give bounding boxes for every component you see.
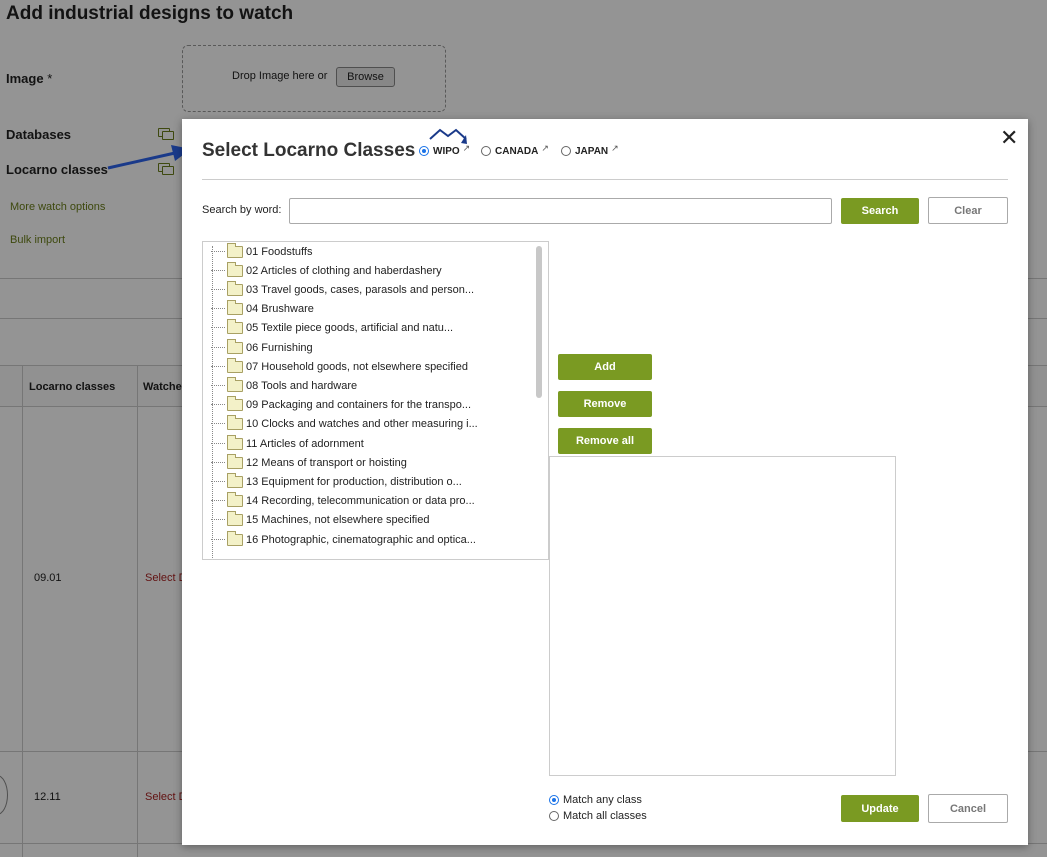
folder-icon (227, 280, 243, 296)
tree-item[interactable]: 05 Textile piece goods, artificial and n… (211, 318, 453, 337)
search-button[interactable]: Search (841, 198, 919, 224)
japan-radio[interactable] (561, 146, 571, 156)
external-link-icon[interactable]: ↗ (611, 143, 619, 154)
tree-scrollbar[interactable] (536, 246, 542, 552)
match-any-label: Match any class (563, 794, 642, 806)
folder-icon (227, 434, 243, 450)
tree-item[interactable]: 16 Photographic, cinematographic and opt… (211, 530, 476, 549)
source-option-canada[interactable]: CANADA ↗ (481, 143, 549, 158)
folder-icon (227, 395, 243, 411)
scroll-thumb[interactable] (536, 246, 542, 398)
tree-item[interactable]: 13 Equipment for production, distributio… (211, 472, 462, 491)
tree-item[interactable]: 10 Clocks and watches and other measurin… (211, 414, 478, 433)
match-all-label: Match all classes (563, 810, 647, 822)
tree-item-label[interactable]: 03 Travel goods, cases, parasols and per… (246, 284, 474, 296)
folder-icon (227, 414, 243, 430)
folder-icon (227, 338, 243, 354)
tree-item-label[interactable]: 02 Articles of clothing and haberdashery (246, 265, 442, 277)
dialog-title: Select Locarno Classes (202, 140, 416, 161)
search-input[interactable] (289, 198, 832, 224)
folder-icon (227, 376, 243, 392)
canada-radio[interactable] (481, 146, 491, 156)
tree-item-label[interactable]: 11 Articles of adornment (246, 438, 364, 450)
source-label: WIPO (433, 145, 460, 157)
remove-all-button[interactable]: Remove all (558, 428, 652, 454)
folder-icon (227, 357, 243, 373)
update-button[interactable]: Update (841, 795, 919, 822)
tree-item[interactable]: 02 Articles of clothing and haberdashery (211, 261, 442, 280)
tree-item[interactable]: 12 Means of transport or hoisting (211, 453, 407, 472)
tree-item[interactable]: 01 Foodstuffs (211, 242, 312, 261)
tree-item-label[interactable]: 05 Textile piece goods, artificial and n… (246, 322, 453, 334)
tree-item[interactable]: 11 Articles of adornment (211, 434, 364, 453)
folder-icon (227, 242, 243, 258)
tree-item-label[interactable]: 09 Packaging and containers for the tran… (246, 399, 471, 411)
tree-item-label[interactable]: 13 Equipment for production, distributio… (246, 476, 462, 488)
tree-item[interactable]: 03 Travel goods, cases, parasols and per… (211, 280, 474, 299)
match-any-radio[interactable] (549, 795, 559, 805)
tree-item[interactable]: 09 Packaging and containers for the tran… (211, 395, 471, 414)
match-any-option[interactable]: Match any class (549, 793, 642, 807)
source-option-japan[interactable]: JAPAN ↗ (561, 143, 619, 158)
tree-item-label[interactable]: 15 Machines, not elsewhere specified (246, 514, 429, 526)
tree-item[interactable]: 14 Recording, telecommunication or data … (211, 491, 475, 510)
cancel-button[interactable]: Cancel (928, 794, 1008, 823)
clear-button[interactable]: Clear (928, 197, 1008, 224)
source-label: JAPAN (575, 145, 609, 157)
match-all-radio[interactable] (549, 811, 559, 821)
tree-item-label[interactable]: 01 Foodstuffs (246, 246, 312, 258)
close-icon[interactable]: ✕ (1000, 125, 1018, 151)
folder-icon (227, 472, 243, 488)
header-divider (202, 179, 1008, 180)
select-locarno-classes-dialog: Select Locarno Classes ✕ WIPO ↗ CANADA ↗… (182, 119, 1028, 845)
folder-icon (227, 318, 243, 334)
tree-item-label[interactable]: 10 Clocks and watches and other measurin… (246, 418, 478, 430)
tree-item[interactable]: 06 Furnishing (211, 338, 313, 357)
folder-icon (227, 510, 243, 526)
tree-item[interactable]: 15 Machines, not elsewhere specified (211, 510, 429, 529)
tree-item-label[interactable]: 06 Furnishing (246, 342, 313, 354)
wipo-radio[interactable] (419, 146, 429, 156)
tree-item-label[interactable]: 04 Brushware (246, 303, 314, 315)
source-label: CANADA (495, 145, 539, 157)
tree-item[interactable]: 07 Household goods, not elsewhere specif… (211, 357, 468, 376)
tree-item-label[interactable]: 16 Photographic, cinematographic and opt… (246, 534, 476, 546)
tree-item-label[interactable]: 08 Tools and hardware (246, 380, 357, 392)
class-tree[interactable]: 01 Foodstuffs 02 Articles of clothing an… (202, 241, 549, 560)
tree-item[interactable]: 08 Tools and hardware (211, 376, 357, 395)
folder-icon (227, 491, 243, 507)
tree-item[interactable]: 04 Brushware (211, 299, 314, 318)
remove-button[interactable]: Remove (558, 391, 652, 417)
tree-item-label[interactable]: 07 Household goods, not elsewhere specif… (246, 361, 468, 373)
selected-classes-list[interactable] (549, 456, 896, 776)
tree-item-label[interactable]: 14 Recording, telecommunication or data … (246, 495, 475, 507)
tree-item-label[interactable]: 12 Means of transport or hoisting (246, 457, 407, 469)
folder-icon (227, 530, 243, 546)
external-link-icon[interactable]: ↗ (541, 143, 549, 154)
match-all-option[interactable]: Match all classes (549, 809, 647, 823)
external-link-icon[interactable]: ↗ (463, 143, 471, 154)
folder-icon (227, 453, 243, 469)
search-label: Search by word: (202, 204, 282, 216)
add-button[interactable]: Add (558, 354, 652, 380)
source-option-wipo[interactable]: WIPO ↗ (419, 143, 471, 158)
folder-icon (227, 299, 243, 315)
folder-icon (227, 261, 243, 277)
